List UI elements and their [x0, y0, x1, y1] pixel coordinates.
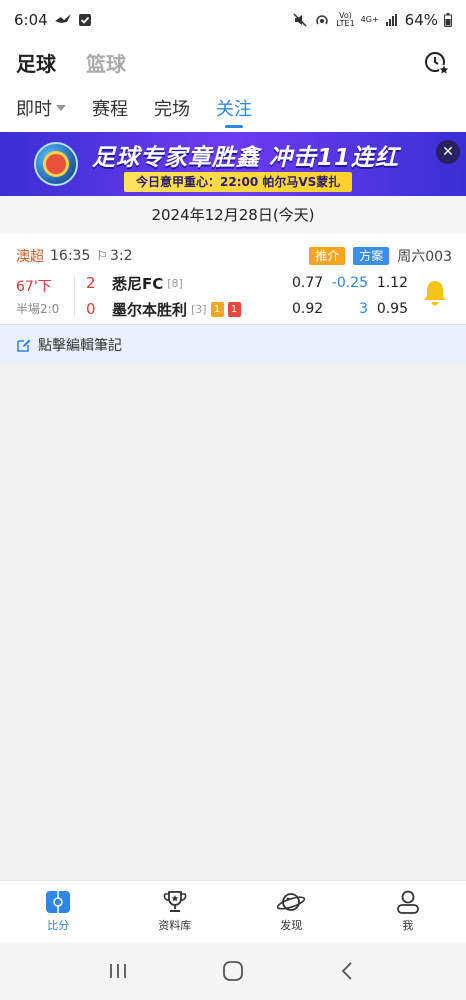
mute-icon	[293, 13, 307, 27]
nav-database[interactable]: 资料库	[117, 881, 234, 942]
red-card-badge: 1	[227, 301, 241, 317]
sport-football[interactable]: 足球	[16, 48, 56, 77]
edit-notes-label: 點擊編輯筆記	[38, 337, 122, 354]
handicap-line: 3	[359, 301, 368, 317]
away-team-name: 墨尔本胜利	[112, 300, 188, 319]
banner-close-icon[interactable]: ✕	[436, 140, 460, 164]
tab-finished[interactable]: 完场	[154, 84, 190, 132]
history-star-icon[interactable]	[422, 48, 450, 76]
tab-following[interactable]: 关注	[216, 84, 252, 132]
home-odds-row: 0.77 -0.25 1.12	[292, 272, 408, 294]
date-header: 2024年12月28日(今天)	[0, 196, 466, 234]
signal-icon	[385, 14, 397, 26]
recent-apps-icon[interactable]	[107, 961, 129, 981]
home-icon[interactable]	[222, 960, 244, 982]
odds-value: 0.92	[292, 301, 324, 317]
odds-value: 0.95	[376, 301, 408, 317]
yellow-card-badge: 1	[210, 301, 224, 317]
match-card[interactable]: 澳超 16:35 ⚐ 3:2 推介 方案 周六003 67'下 半場2:0 2 …	[0, 234, 466, 324]
handicap-line: -0.25	[331, 275, 368, 291]
status-bar: 6:04 Vo) LTE1 4G+ 64%	[0, 0, 466, 40]
user-icon	[396, 890, 419, 914]
sport-basketball[interactable]: 篮球	[86, 48, 126, 77]
tip-tag[interactable]: 推介	[309, 247, 346, 265]
away-odds-row: 0.92 3 0.95	[292, 298, 408, 320]
plan-tag[interactable]: 方案	[353, 247, 390, 265]
nav-score[interactable]: 比分	[0, 881, 117, 942]
home-team-name: 悉尼FC	[112, 274, 164, 293]
network-type: 4G+	[360, 15, 379, 24]
status-time: 6:04	[14, 11, 48, 29]
match-number: 周六003	[397, 249, 452, 265]
back-icon[interactable]	[337, 960, 359, 982]
divider	[74, 276, 75, 316]
match-meta-row: 澳超 16:35 ⚐ 3:2 推介 方案 周六003	[16, 246, 452, 266]
bottom-nav: 比分 资料库 发现 我	[0, 880, 466, 942]
banner-subline: 今日意甲重心：22:00 帕尔马VS蒙扎	[124, 172, 353, 192]
tab-live[interactable]: 即时	[16, 84, 66, 132]
football-emblem-icon	[34, 142, 78, 186]
league-name[interactable]: 澳超	[16, 246, 44, 266]
edit-notes-bar[interactable]: 點擊編輯筆記	[0, 324, 466, 364]
battery-icon	[444, 13, 452, 27]
match-status: 67'下	[16, 279, 52, 295]
trophy-icon	[163, 891, 187, 912]
odds-value: 0.77	[292, 275, 324, 291]
volte-indicator: Vo) LTE1	[336, 11, 355, 28]
kickoff-time: 16:35	[50, 248, 91, 264]
match-tabs: 即时 赛程 完场 关注	[0, 84, 466, 132]
home-team-row: 2 悉尼FC [8]	[86, 272, 183, 294]
away-team-rank: [3]	[191, 302, 207, 316]
home-score: 2	[86, 274, 96, 292]
nav-me[interactable]: 我	[350, 881, 466, 942]
nav-discover[interactable]: 发现	[233, 881, 350, 942]
home-team-rank: [8]	[167, 276, 183, 290]
battery-percent: 64%	[404, 11, 438, 29]
empty-content-area	[0, 364, 466, 880]
away-score: 0	[86, 300, 96, 318]
edit-icon	[17, 339, 31, 352]
banner-headline: 足球专家章胜鑫 冲击11连红	[92, 145, 400, 171]
hotspot-icon	[316, 15, 328, 25]
odds-value: 1.12	[376, 275, 408, 291]
bell-icon[interactable]	[420, 278, 450, 308]
halftime-score: 半場2:0	[16, 302, 60, 316]
system-nav-bar	[0, 942, 466, 1000]
promo-banner[interactable]: 足球专家章胜鑫 冲击11连红 今日意甲重心：22:00 帕尔马VS蒙扎 ✕	[0, 132, 466, 196]
checkbox-icon	[78, 14, 91, 26]
sport-selector: 足球 篮球	[0, 40, 466, 84]
tab-schedule[interactable]: 赛程	[92, 84, 128, 132]
corner-count: 3:2	[110, 248, 133, 264]
away-team-row: 0 墨尔本胜利 [3] 1 1	[86, 298, 241, 320]
scoreboard-icon	[46, 891, 71, 913]
bird-icon	[54, 14, 71, 23]
planet-icon	[277, 893, 306, 911]
dropdown-caret-icon	[56, 105, 66, 111]
corner-flag-icon: ⚐	[96, 248, 109, 264]
